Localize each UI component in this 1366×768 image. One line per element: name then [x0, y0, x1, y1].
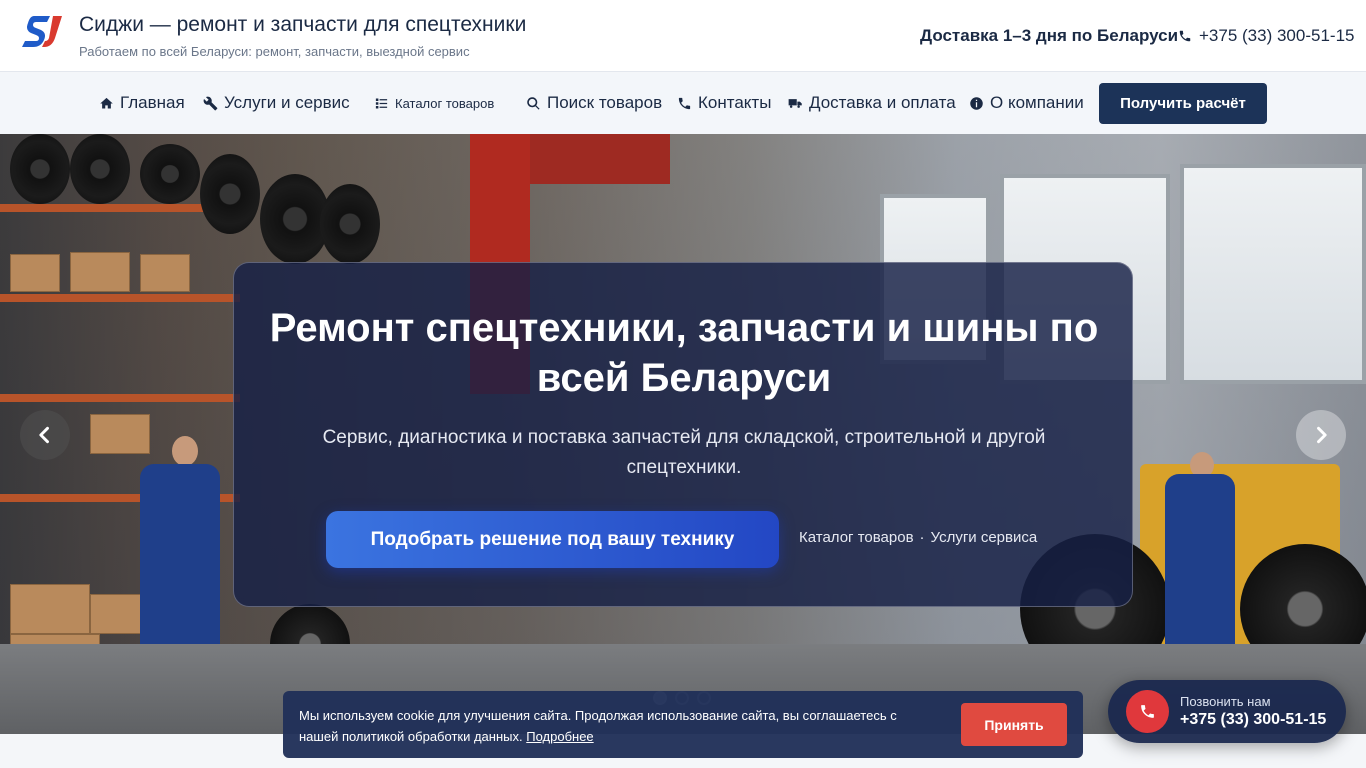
nav-item-delivery[interactable]: Доставка и оплата	[788, 93, 956, 113]
nav-item-label: О компании	[990, 93, 1084, 112]
site-subtitle: Работаем по всей Беларуси: ремонт, запча…	[79, 44, 470, 59]
header-phone-link[interactable]: +375 (33) 300-51-15	[1178, 26, 1354, 46]
hero-content-card: Ремонт спецтехники, запчасти и шины по в…	[233, 262, 1133, 607]
site-title[interactable]: Сиджи — ремонт и запчасти для спецтехник…	[79, 13, 526, 37]
site-header: Сиджи — ремонт и запчасти для спецтехник…	[0, 0, 1366, 72]
nav-item-services[interactable]: Услуги и сервис	[203, 93, 350, 113]
wrench-icon	[203, 96, 218, 110]
hero-link-services[interactable]: Услуги сервиса	[931, 529, 1038, 546]
info-icon	[970, 96, 983, 110]
hero-link-catalog[interactable]: Каталог товаров	[799, 529, 914, 546]
phone-icon	[1141, 705, 1154, 718]
nav-item-label: Главная	[120, 93, 185, 112]
hero-subtitle: Сервис, диагностика и поставка запчастей…	[322, 427, 1046, 478]
chevron-left-icon	[39, 426, 49, 444]
call-label: Позвонить нам	[1180, 694, 1271, 709]
hero-title: Ремонт спецтехники, запчасти и шины по в…	[269, 306, 1099, 400]
call-button[interactable]	[1126, 690, 1169, 733]
nav-item-label: Каталог товаров	[395, 96, 495, 111]
home-icon	[100, 97, 113, 108]
truck-icon	[788, 98, 802, 108]
main-nav: Главная Услуги и сервис Каталог товаров …	[0, 73, 1366, 134]
cookie-banner: Мы используем cookie для улучшения сайта…	[283, 691, 1083, 758]
header-phone-text: +375 (33) 300-51-15	[1199, 26, 1355, 45]
call-phone: +375 (33) 300-51-15	[1180, 711, 1327, 728]
delivery-info: Доставка 1–3 дня по Беларуси	[920, 26, 1179, 45]
nav-item-search[interactable]: Поиск товаров	[526, 93, 662, 113]
cookie-text-wrap: Мы используем cookie для улучшения сайта…	[299, 705, 899, 747]
nav-item-label: Услуги и сервис	[224, 93, 350, 112]
nav-item-home[interactable]: Главная	[99, 93, 185, 113]
phone-icon	[678, 97, 691, 109]
nav-item-label: Контакты	[698, 93, 772, 112]
nav-item-label: Доставка и оплата	[809, 93, 956, 112]
hero-link-separator: ·	[919, 529, 925, 546]
hero-links: Каталог товаров · Услуги сервиса	[799, 529, 1037, 546]
hero-slider: Ремонт спецтехники, запчасти и шины по в…	[0, 134, 1366, 734]
get-quote-button[interactable]: Получить расчёт	[1099, 83, 1267, 124]
nav-item-catalog[interactable]: Каталог товаров	[374, 96, 494, 111]
phone-icon	[1179, 30, 1191, 42]
logo-icon[interactable]	[20, 14, 64, 50]
slider-prev-button[interactable]	[20, 410, 70, 460]
find-solution-button[interactable]: Подобрать решение под вашу технику	[326, 511, 779, 568]
nav-item-label: Поиск товаров	[547, 93, 663, 112]
call-us-widget[interactable]: Позвонить нам +375 (33) 300-51-15	[1108, 680, 1346, 743]
slider-next-button[interactable]	[1296, 410, 1346, 460]
cookie-accept-button[interactable]: Принять	[961, 703, 1067, 746]
list-icon	[375, 98, 388, 109]
search-icon	[527, 96, 540, 110]
nav-item-about[interactable]: О компании	[969, 93, 1084, 113]
nav-item-contacts[interactable]: Контакты	[677, 93, 771, 113]
cookie-text: Мы используем cookie для улучшения сайта…	[299, 708, 897, 744]
chevron-right-icon	[1317, 426, 1327, 444]
cookie-more-link[interactable]: Подробнее	[526, 729, 593, 744]
